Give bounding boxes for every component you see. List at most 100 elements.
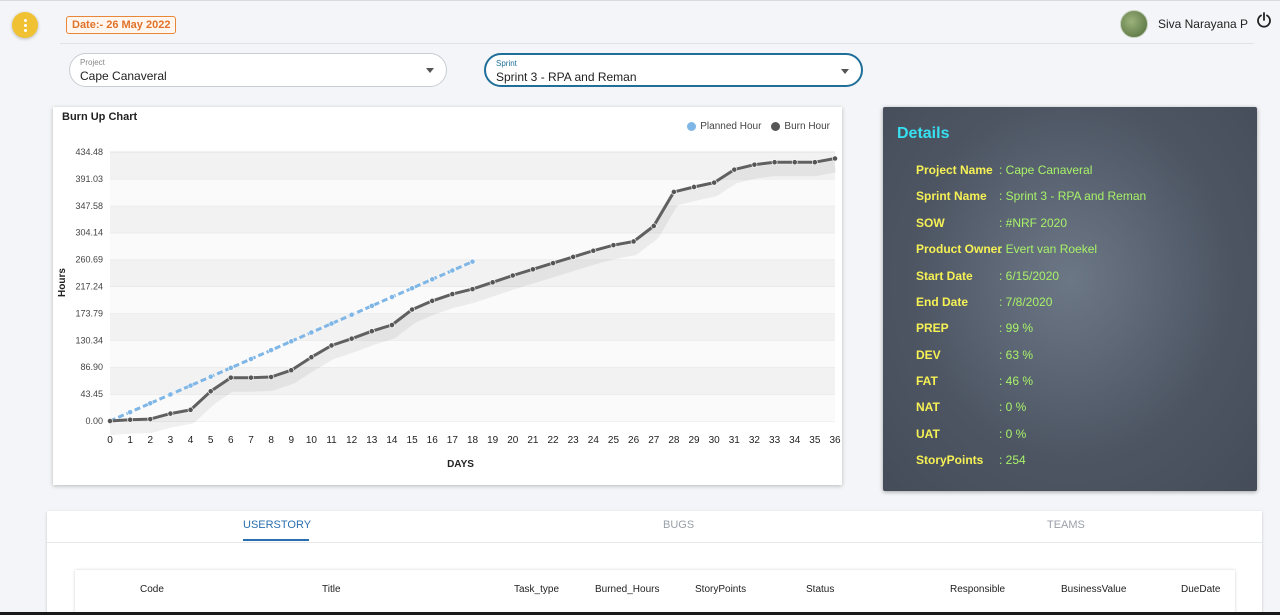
planned-hour-point bbox=[348, 311, 355, 318]
planned-hour-point bbox=[469, 258, 476, 265]
x-tick-label: 3 bbox=[168, 435, 174, 446]
burn-hour-point bbox=[429, 297, 436, 304]
x-tick-label: 31 bbox=[729, 435, 741, 446]
burn-hour-point bbox=[711, 179, 718, 186]
x-tick-label: 25 bbox=[608, 435, 620, 446]
details-key: PREP bbox=[916, 321, 949, 335]
details-key: FAT bbox=[916, 374, 938, 388]
x-tick-label: 21 bbox=[527, 435, 539, 446]
top-border bbox=[0, 0, 1280, 1]
x-tick-label: 17 bbox=[447, 435, 459, 446]
x-tick-label: 34 bbox=[789, 435, 801, 446]
x-tick-label: 16 bbox=[427, 435, 439, 446]
x-tick-label: 20 bbox=[507, 435, 519, 446]
column-header-burned-hours[interactable]: Burned_Hours bbox=[595, 584, 659, 595]
y-tick-label: 86.90 bbox=[80, 362, 103, 372]
details-row-dev: DEV : 63 % bbox=[916, 348, 1033, 362]
x-tick-label: 4 bbox=[188, 435, 194, 446]
header-divider bbox=[60, 43, 1254, 44]
column-header-title[interactable]: Title bbox=[322, 584, 341, 595]
burn-up-chart: 0.0043.4586.90130.34173.79217.24260.6930… bbox=[57, 147, 841, 470]
details-key: SOW bbox=[916, 216, 945, 230]
details-row-fat: FAT : 46 % bbox=[916, 374, 1033, 388]
x-tick-label: 30 bbox=[709, 435, 721, 446]
burn-hour-point bbox=[509, 272, 516, 279]
burn-hour-point bbox=[107, 418, 113, 424]
details-row-uat: UAT : 0 % bbox=[916, 427, 1026, 441]
column-header-story-points[interactable]: StoryPoints bbox=[695, 584, 746, 595]
column-header-responsible[interactable]: Responsible bbox=[950, 584, 1005, 595]
burn-hour-point bbox=[670, 189, 677, 195]
tab-teams[interactable]: TEAMS bbox=[1047, 519, 1085, 531]
x-tick-label: 35 bbox=[809, 435, 821, 446]
x-tick-label: 15 bbox=[407, 435, 419, 446]
planned-hour-point bbox=[449, 267, 456, 274]
burn-hour-point bbox=[771, 159, 778, 166]
y-tick-label: 217.24 bbox=[75, 282, 103, 292]
x-tick-label: 27 bbox=[648, 435, 660, 446]
burn-hour-point bbox=[610, 242, 617, 249]
burn-hour-point bbox=[348, 335, 355, 342]
avatar[interactable] bbox=[1119, 10, 1148, 38]
burn-hour-point bbox=[650, 223, 657, 229]
details-key: Product Owner bbox=[916, 242, 1003, 256]
burn-hour-point bbox=[147, 416, 154, 423]
x-tick-label: 22 bbox=[547, 435, 559, 446]
x-tick-label: 26 bbox=[628, 435, 640, 446]
tab-bugs[interactable]: BUGS bbox=[663, 519, 694, 531]
details-row-end-date: End Date : 7/8/2020 bbox=[916, 295, 1052, 309]
sprint-select-label: Sprint bbox=[496, 59, 517, 68]
planned-hour-point bbox=[207, 373, 214, 380]
x-tick-label: 10 bbox=[306, 435, 318, 446]
burn-hour-point bbox=[630, 238, 637, 245]
planned-hour-point bbox=[389, 294, 395, 300]
details-value: : 7/8/2020 bbox=[999, 295, 1053, 309]
planned-hour-point bbox=[409, 285, 415, 292]
x-tick-label: 18 bbox=[467, 435, 479, 446]
planned-hour-point bbox=[147, 400, 154, 407]
planned-hour-point bbox=[328, 320, 335, 327]
column-header-due-date[interactable]: DueDate bbox=[1181, 584, 1220, 595]
sprint-select[interactable]: Sprint Sprint 3 - RPA and Reman bbox=[484, 53, 863, 87]
x-tick-label: 33 bbox=[769, 435, 781, 446]
details-value: : 254 bbox=[999, 453, 1026, 467]
details-value: : 63 % bbox=[999, 348, 1034, 362]
power-icon[interactable] bbox=[1256, 12, 1272, 28]
burn-hour-point bbox=[832, 155, 838, 162]
details-row-project-name: Project Name : Cape Canaveral bbox=[916, 163, 1092, 177]
column-header-code[interactable]: Code bbox=[140, 584, 164, 595]
y-axis-label: Hours bbox=[57, 268, 68, 297]
details-value: : Sprint 3 - RPA and Reman bbox=[999, 189, 1147, 203]
details-row-story-points: StoryPoints : 254 bbox=[916, 453, 1026, 467]
details-row-sow: SOW : #NRF 2020 bbox=[916, 216, 1067, 230]
details-value: : 46 % bbox=[999, 374, 1034, 388]
details-key: DEV bbox=[916, 348, 941, 362]
tab-userstory[interactable]: USERSTORY bbox=[243, 519, 311, 531]
planned-hour-point bbox=[167, 391, 174, 398]
details-key: Project Name bbox=[916, 163, 993, 177]
chevron-down-icon[interactable] bbox=[426, 68, 434, 73]
planned-hour-point bbox=[308, 329, 315, 336]
chevron-down-icon[interactable] bbox=[841, 69, 849, 74]
tabs-divider bbox=[47, 542, 1262, 543]
grid-band bbox=[110, 232, 835, 260]
burn-up-chart-card: Burn Up Chart Planned Hour Burn Hour 0.0… bbox=[53, 107, 842, 485]
burn-hour-point bbox=[550, 260, 556, 267]
active-tab-indicator bbox=[243, 539, 309, 541]
column-header-task-type[interactable]: Task_type bbox=[514, 584, 559, 595]
details-row-sprint-name: Sprint Name : Sprint 3 - RPA and Reman bbox=[916, 189, 1146, 203]
more-vertical-icon[interactable] bbox=[12, 12, 38, 38]
x-tick-label: 24 bbox=[588, 435, 600, 446]
x-tick-label: 5 bbox=[208, 435, 214, 446]
details-key: End Date bbox=[916, 295, 969, 309]
details-key: UAT bbox=[916, 427, 940, 441]
burn-hour-point bbox=[167, 410, 174, 417]
details-row-start-date: Start Date : 6/15/2020 bbox=[916, 269, 1059, 283]
burn-hour-point bbox=[811, 159, 818, 166]
details-value: : 0 % bbox=[999, 400, 1027, 414]
user-profile[interactable]: Siva Narayana P bbox=[1119, 10, 1248, 38]
column-header-status[interactable]: Status bbox=[806, 584, 834, 595]
column-header-business-value[interactable]: BusinessValue bbox=[1061, 584, 1126, 595]
burn-hour-point bbox=[731, 166, 738, 173]
project-select[interactable]: Project Cape Canaveral bbox=[69, 53, 447, 87]
